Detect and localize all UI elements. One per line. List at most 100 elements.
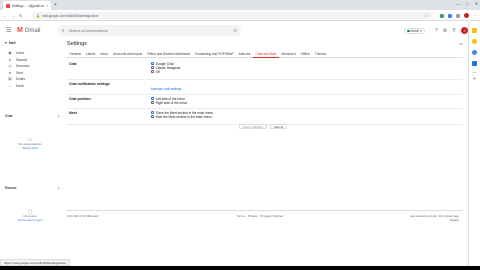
main-menu-icon[interactable]: ☰ bbox=[6, 27, 11, 34]
browser-window: Settings - ...@gmail.com × + — □ ✕ ← → ↻… bbox=[0, 0, 480, 266]
settings-panel: Settings ▭ General Labels Inbox Accounts… bbox=[63, 40, 467, 266]
mail-section-header[interactable]: ▾ Mail bbox=[5, 41, 16, 45]
page-title: Settings bbox=[67, 41, 87, 47]
panel-divider bbox=[472, 72, 477, 73]
browser-menu-icon[interactable]: ⋮ bbox=[473, 13, 477, 18]
chat-position-row: Chat position Left side of the inbox Rig… bbox=[67, 95, 463, 109]
sidebar-item-label: More bbox=[16, 83, 24, 88]
chevron-down-icon: ⌄ bbox=[8, 83, 12, 88]
radio-chat-off[interactable]: Off bbox=[151, 70, 180, 74]
close-window-button[interactable]: ✕ bbox=[475, 1, 478, 6]
radio-selected-icon bbox=[151, 111, 154, 114]
left-sidebar: ▾ Mail ▣ Inbox ★ Starred ◷ Snoozed ➤ Sen… bbox=[0, 40, 62, 266]
search-options-icon[interactable]: ☷ bbox=[233, 28, 237, 33]
extension-icon[interactable] bbox=[440, 13, 444, 18]
tab-accounts[interactable]: Accounts and Import bbox=[111, 52, 145, 58]
sidebar-item-label: Snoozed bbox=[16, 64, 30, 69]
search-icon[interactable]: ⌕ bbox=[62, 28, 65, 33]
tab-labels[interactable]: Labels bbox=[83, 52, 97, 58]
profile-avatar[interactable] bbox=[464, 13, 469, 18]
chevron-down-icon: ▾ bbox=[5, 41, 7, 45]
reload-button[interactable]: ↻ bbox=[19, 13, 22, 18]
radio-hide-meet[interactable]: Hide the Meet section in the main menu bbox=[151, 115, 213, 119]
gmail-logo[interactable]: M Gmail bbox=[17, 27, 41, 34]
gmail-logo-m: M bbox=[17, 27, 23, 34]
sidebar-item-more[interactable]: ⌄ More bbox=[8, 83, 29, 90]
tab-inbox[interactable]: Inbox bbox=[98, 52, 111, 58]
chat-section-label: Chat bbox=[5, 114, 13, 118]
tab-themes[interactable]: Themes bbox=[312, 52, 329, 58]
input-tools-icon[interactable]: ▭ bbox=[459, 41, 463, 46]
gmail-header: ☰ M Gmail ⌕ ☷ Active ▾ ? ⚙ ⠿ J bbox=[0, 22, 468, 40]
back-button[interactable]: ← bbox=[3, 13, 7, 18]
footer-links[interactable]: Terms · Privacy · Program Policies bbox=[237, 214, 283, 218]
chat-empty-state: ▭ No conversations Start a chat bbox=[8, 138, 52, 151]
tasks-icon[interactable] bbox=[472, 50, 477, 55]
gmail-favicon-icon bbox=[6, 3, 10, 8]
details-link[interactable]: Details bbox=[410, 218, 459, 222]
page-footer: 0.01 GB of 15 GB used Terms · Privacy · … bbox=[67, 210, 463, 222]
rooms-section-label: Rooms bbox=[5, 186, 17, 190]
account-avatar[interactable]: J bbox=[460, 27, 468, 34]
keep-icon[interactable] bbox=[472, 39, 477, 44]
new-room-plus-icon[interactable]: + bbox=[57, 186, 60, 191]
tab-filters[interactable]: Filters and Blocked Addresses bbox=[145, 52, 193, 58]
sidebar-item-label: Sent bbox=[16, 70, 23, 75]
settings-gear-icon[interactable]: ⚙ bbox=[443, 28, 447, 34]
manage-chat-settings-link[interactable]: Manage chat settings bbox=[151, 87, 181, 91]
tab-addons[interactable]: Add-ons bbox=[236, 52, 253, 58]
chat-notifications-row: Chat notification settings Manage chat s… bbox=[67, 80, 463, 95]
chevron-down-icon: ▾ bbox=[420, 29, 422, 33]
status-dot-icon bbox=[407, 29, 410, 33]
tab-close-icon[interactable]: × bbox=[46, 4, 48, 8]
new-tab-button[interactable]: + bbox=[54, 2, 57, 8]
bookmark-star-icon[interactable]: ☆ bbox=[424, 13, 428, 18]
radio-label: Off bbox=[155, 69, 160, 74]
tab-offline[interactable]: Offline bbox=[298, 52, 312, 58]
help-icon[interactable]: ? bbox=[435, 28, 438, 34]
radio-icon bbox=[151, 115, 154, 118]
tab-chat-and-meet[interactable]: Chat and Meet bbox=[253, 52, 279, 58]
minimize-button[interactable]: — bbox=[456, 1, 460, 6]
forward-button[interactable]: → bbox=[11, 13, 15, 18]
extensions-puzzle-icon[interactable] bbox=[456, 13, 460, 18]
radio-icon bbox=[151, 101, 154, 104]
radio-right-side[interactable]: Right side of the inbox bbox=[151, 101, 187, 105]
status-label: Active bbox=[410, 29, 420, 33]
new-chat-plus-icon[interactable]: + bbox=[57, 114, 60, 119]
maximize-button[interactable]: □ bbox=[466, 1, 468, 6]
setting-label: Chat bbox=[69, 62, 77, 66]
gmail-logo-text: Gmail bbox=[24, 27, 41, 34]
cancel-button[interactable]: Cancel bbox=[269, 124, 288, 129]
contacts-icon[interactable] bbox=[472, 61, 477, 66]
rooms-empty-state: ▢ No rooms Find a room to join bbox=[8, 210, 52, 223]
link-status-bar: https://mail.google.com/mail/u/0/#settin… bbox=[0, 259, 70, 266]
save-changes-button[interactable]: Save Changes bbox=[239, 124, 267, 129]
extension-icon[interactable] bbox=[448, 13, 452, 18]
radio-icon bbox=[151, 70, 154, 73]
google-apps-icon[interactable]: ⠿ bbox=[452, 28, 456, 34]
browser-tab[interactable]: Settings - ...@gmail.com × bbox=[3, 1, 51, 10]
search-input[interactable] bbox=[68, 28, 230, 33]
tab-general[interactable]: General bbox=[67, 52, 83, 58]
meet-setting-row: Meet Show the Meet section in the main m… bbox=[67, 109, 463, 125]
settings-tabs: General Labels Inbox Accounts and Import… bbox=[67, 52, 463, 58]
start-chat-link[interactable]: Start a chat bbox=[8, 146, 52, 150]
find-room-link[interactable]: Find a room to join bbox=[8, 218, 52, 222]
sidebar-item-label: Starred bbox=[16, 57, 28, 62]
rooms-section-header[interactable]: Rooms + bbox=[5, 186, 60, 191]
tab-advanced[interactable]: Advanced bbox=[279, 52, 298, 58]
setting-label: Chat position bbox=[69, 97, 91, 101]
chat-section-header[interactable]: Chat + bbox=[5, 114, 60, 119]
status-selector[interactable]: Active ▾ bbox=[404, 28, 425, 34]
tab-forwarding[interactable]: Forwarding and POP/IMAP bbox=[193, 52, 236, 58]
right-side-panel: + bbox=[468, 22, 480, 266]
sidebar-item-label: Inbox bbox=[16, 51, 25, 56]
draft-icon: ▤ bbox=[8, 77, 12, 82]
calendar-icon[interactable] bbox=[472, 28, 477, 33]
browser-tab-title: Settings - ...@gmail.com bbox=[12, 3, 44, 8]
add-on-plus-icon[interactable]: + bbox=[469, 76, 480, 82]
url-field[interactable]: 🔒 mail.google.com/mail/u/0/#settings/cha… bbox=[32, 12, 432, 19]
radio-label: Right side of the inbox bbox=[155, 100, 188, 105]
setting-label: Chat notification settings bbox=[69, 82, 110, 86]
